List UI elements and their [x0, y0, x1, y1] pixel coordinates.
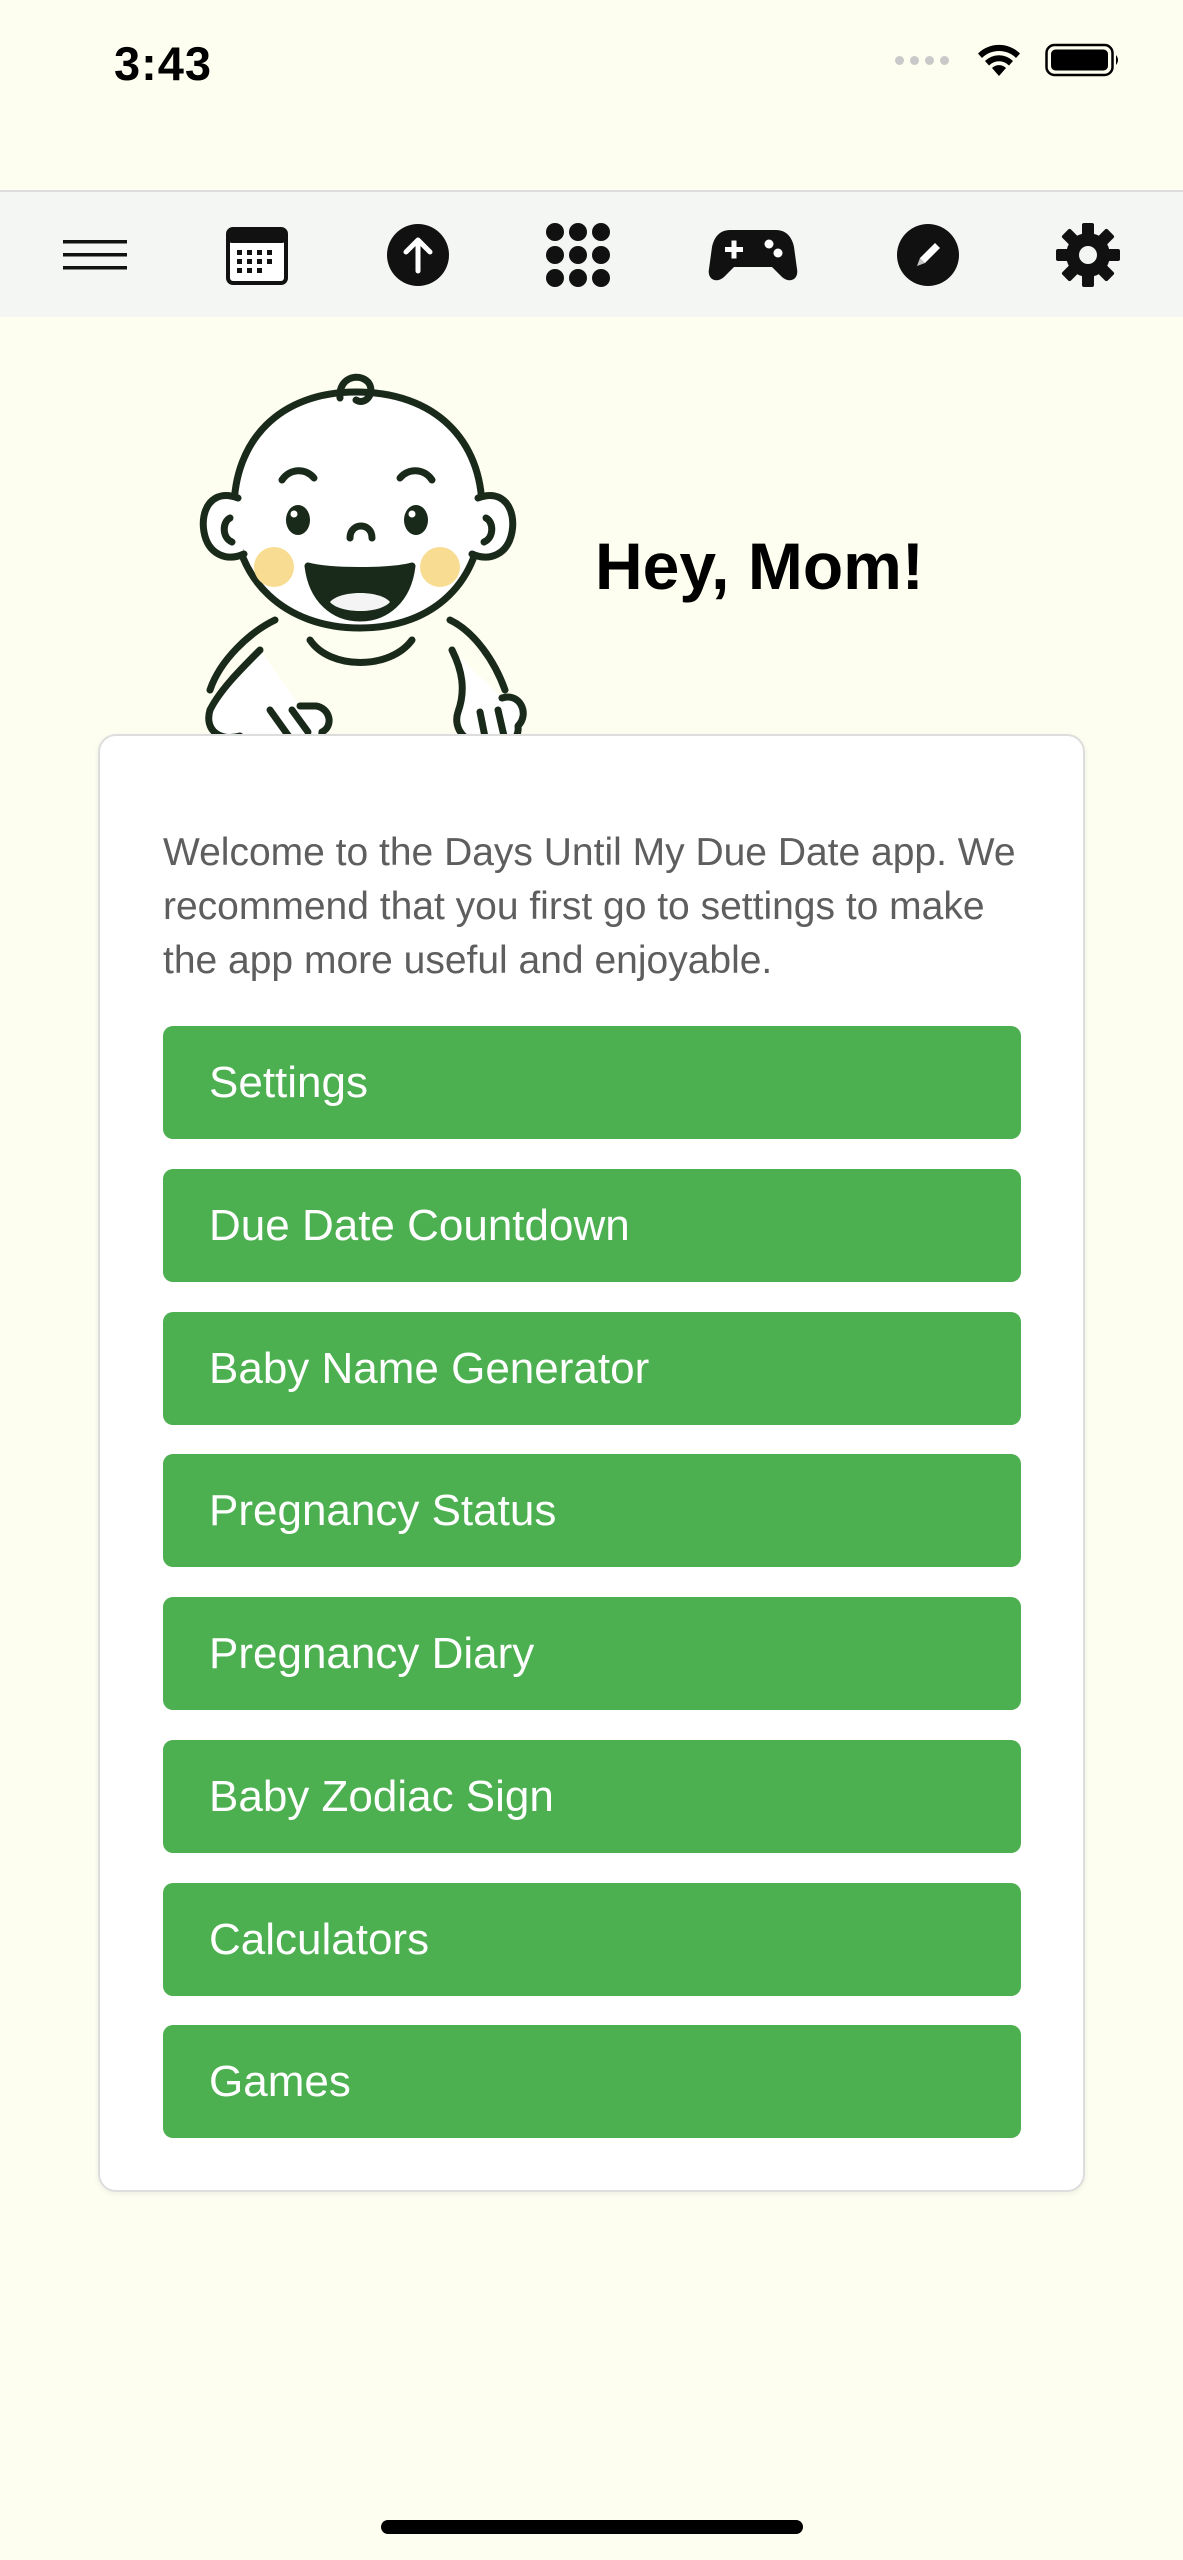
baby-name-generator-button[interactable]: Baby Name Generator — [163, 1312, 1021, 1425]
baby-illustration — [199, 373, 527, 754]
home-indicator[interactable] — [381, 2520, 803, 2534]
apps-grid-icon[interactable] — [528, 212, 628, 298]
games-button[interactable]: Games — [163, 2025, 1021, 2138]
pregnancy-status-button[interactable]: Pregnancy Status — [163, 1454, 1021, 1567]
upload-icon[interactable] — [368, 212, 468, 298]
cellular-signal-icon — [895, 55, 949, 65]
greeting-heading: Hey, Mom! — [595, 529, 924, 603]
status-icons — [895, 42, 1121, 78]
calculators-button[interactable]: Calculators — [163, 1883, 1021, 1996]
welcome-card: Welcome to the Days Until My Due Date ap… — [98, 734, 1085, 2192]
top-toolbar — [0, 190, 1183, 317]
gamepad-icon[interactable] — [703, 212, 803, 298]
wifi-icon — [978, 44, 1020, 76]
status-bar: 3:43 — [0, 0, 1183, 190]
edit-icon[interactable] — [878, 212, 978, 298]
battery-icon — [1045, 43, 1118, 77]
welcome-text: Welcome to the Days Until My Due Date ap… — [163, 831, 1016, 982]
baby-zodiac-sign-button[interactable]: Baby Zodiac Sign — [163, 1740, 1021, 1853]
due-date-countdown-button[interactable]: Due Date Countdown — [163, 1169, 1021, 1282]
status-time: 3:43 — [114, 37, 213, 90]
pregnancy-diary-button[interactable]: Pregnancy Diary — [163, 1597, 1021, 1710]
calendar-icon[interactable] — [207, 212, 307, 298]
settings-button[interactable]: Settings — [163, 1026, 1021, 1139]
menu-icon[interactable] — [45, 212, 145, 298]
gear-icon[interactable] — [1038, 212, 1138, 298]
